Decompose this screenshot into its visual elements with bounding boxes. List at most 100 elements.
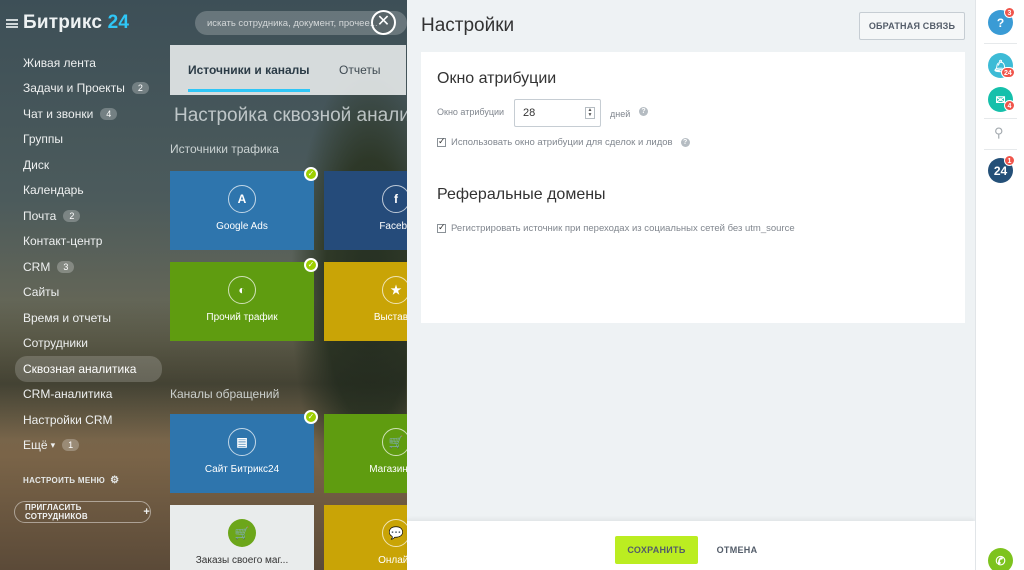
use-attribution-window-row: Использовать окно атрибуции для сделок и…	[437, 136, 690, 148]
section-traffic-sources: Источники трафика	[170, 142, 279, 156]
search-icon[interactable]: ⚲	[994, 125, 1004, 141]
menu-item[interactable]: Настройки CRM	[0, 407, 170, 433]
right-toolbar: ? 3 🔔︎ 24 ✉ 4 ⚲ 24 1 ✆	[975, 0, 1024, 570]
menu-item-label: CRM-аналитика	[23, 387, 113, 402]
menu-item[interactable]: Группы	[0, 127, 170, 153]
close-icon: ✕	[376, 13, 391, 30]
menu-item[interactable]: CRM 3	[0, 254, 170, 280]
menu-item-label: Календарь	[23, 183, 84, 198]
hamburger-icon[interactable]	[6, 18, 18, 28]
menu-item-label: Живая лента	[23, 55, 96, 70]
attribution-window-input[interactable]: 28 ▲ ▼	[514, 99, 601, 127]
check-icon: ✓	[304, 410, 318, 424]
phone-icon: ✆	[995, 553, 1006, 568]
help-icon[interactable]: ?	[639, 107, 648, 116]
menu-item-label: Задачи и Проекты	[23, 81, 125, 96]
attribution-value: 28	[523, 107, 536, 119]
menu-item[interactable]: Диск	[0, 152, 170, 178]
register-source-checkbox[interactable]	[437, 222, 446, 233]
menu-counter-badge: 4	[100, 107, 118, 120]
question-icon: ?	[996, 15, 1005, 30]
register-source-row: Регистрировать источник при переходах из…	[437, 222, 795, 234]
tile-site-bitrix24[interactable]: ▤ Сайт Битрикс24 ✓	[170, 410, 318, 493]
logo-number: 24	[107, 12, 130, 33]
cart-icon: 🛒	[382, 428, 410, 456]
tab-reports[interactable]: Отчеты	[339, 63, 380, 77]
notifications-button[interactable]: 🔔︎ 24	[988, 53, 1015, 78]
underlying-page: Источники и каналы Отчеты Настройка скво…	[170, 45, 468, 570]
menu-item[interactable]: Сайты	[0, 280, 170, 306]
logo-row: Битрикс 24	[6, 12, 129, 34]
logo[interactable]: Битрикс 24	[23, 12, 129, 34]
divider	[984, 43, 1017, 44]
menu-counter-badge: 2	[131, 82, 149, 95]
menu-item-label: CRM	[23, 259, 51, 274]
close-slider-button[interactable]: ✕	[371, 10, 396, 35]
menu-item[interactable]: Календарь	[0, 178, 170, 204]
feedback-button[interactable]: ОБРАТНАЯ СВЯЗЬ	[859, 12, 965, 40]
cancel-button[interactable]: ОТМЕНА	[713, 536, 761, 564]
panel-footer: СОХРАНИТЬ ОТМЕНА	[407, 521, 975, 570]
attribution-heading: Окно атрибуции	[437, 70, 557, 87]
help-icon[interactable]: ?	[680, 138, 690, 147]
plus-icon: +	[143, 506, 150, 518]
menu-item[interactable]: Время и отчеты	[0, 305, 170, 331]
leaf-icon: ◐	[228, 276, 256, 304]
menu-item-label: Почта	[23, 208, 57, 223]
bitrix24-button[interactable]: 24 1	[988, 155, 1015, 183]
menu-item-label: Сквозная аналитика	[23, 361, 137, 376]
chevron-down-icon: ▾	[50, 439, 56, 450]
divider	[984, 118, 1017, 119]
bitrix24-badge: 1	[1004, 155, 1015, 166]
menu-item-more[interactable]: Ещё ▾ 1	[0, 433, 170, 459]
menu-counter-badge: 1	[62, 439, 80, 452]
facebook-icon: f	[382, 185, 410, 213]
messenger-button[interactable]: ✉ 4	[988, 87, 1015, 112]
menu-item[interactable]: Почта 2	[0, 203, 170, 229]
menu-item[interactable]: Контакт-центр	[0, 229, 170, 255]
configure-menu-button[interactable]: НАСТРОИТЬ МЕНЮ ⚙	[23, 475, 119, 486]
check-icon: ✓	[304, 167, 318, 181]
panel-title: Настройки	[421, 15, 515, 36]
tile-label: Заказы своего маг...	[195, 555, 289, 566]
menu-counter-badge: 2	[63, 209, 81, 222]
menu-item-label: Время и отчеты	[23, 310, 112, 325]
menu-item[interactable]: CRM-аналитика	[0, 382, 170, 408]
use-attribution-window-checkbox[interactable]	[437, 136, 446, 147]
register-source-label[interactable]: Регистрировать источник при переходах из…	[451, 223, 795, 234]
section-channels: Каналы обращений	[170, 387, 280, 401]
menu-item[interactable]: Задачи и Проекты 2	[0, 76, 170, 102]
phone-button[interactable]: ✆	[988, 548, 1013, 570]
menu-item-label: Чат и звонки	[23, 106, 94, 121]
invite-employees-button[interactable]: ПРИГЛАСИТЬ СОТРУДНИКОВ +	[14, 501, 151, 523]
cart-icon: 🛒	[228, 519, 256, 547]
use-attribution-window-label[interactable]: Использовать окно атрибуции для сделок и…	[451, 137, 673, 148]
menu-item[interactable]: Чат и звонки 4	[0, 101, 170, 127]
divider	[984, 149, 1017, 150]
save-button[interactable]: СОХРАНИТЬ	[615, 536, 698, 564]
menu-counter-badge: 3	[57, 260, 75, 273]
bitrix24-icon: 24	[993, 163, 1008, 178]
gear-icon: ⚙	[110, 475, 120, 486]
menu-item-active[interactable]: Сквозная аналитика	[15, 356, 162, 382]
settings-panel: Настройки ОБРАТНАЯ СВЯЗЬ Окно атрибуции …	[407, 0, 975, 570]
tile-other-traffic[interactable]: ◐ Прочий трафик ✓	[170, 258, 318, 341]
tile-label: Прочий трафик	[206, 312, 278, 323]
logo-text: Битрикс	[23, 12, 103, 33]
menu-item-label: Сайты	[23, 285, 60, 300]
menu-item-label: Ещё	[23, 438, 48, 453]
menu-item-label: Настройки CRM	[23, 412, 113, 427]
tile-google-ads[interactable]: A Google Ads ✓	[170, 167, 318, 250]
menu-item[interactable]: Живая лента	[0, 50, 170, 76]
tile-own-shop-orders[interactable]: 🛒 Заказы своего маг...	[170, 505, 314, 570]
messenger-badge: 4	[1004, 100, 1015, 111]
help-button[interactable]: ? 3	[988, 7, 1015, 35]
check-icon: ✓	[304, 258, 318, 272]
help-badge: 3	[1004, 7, 1015, 18]
menu-item-label: Контакт-центр	[23, 234, 103, 249]
menu-item[interactable]: Сотрудники	[0, 331, 170, 357]
tab-sources[interactable]: Источники и каналы	[188, 63, 310, 92]
number-spinner-icon[interactable]: ▲ ▼	[585, 107, 595, 119]
attribution-unit: дней	[610, 109, 631, 119]
referral-heading: Реферальные домены	[437, 186, 606, 203]
